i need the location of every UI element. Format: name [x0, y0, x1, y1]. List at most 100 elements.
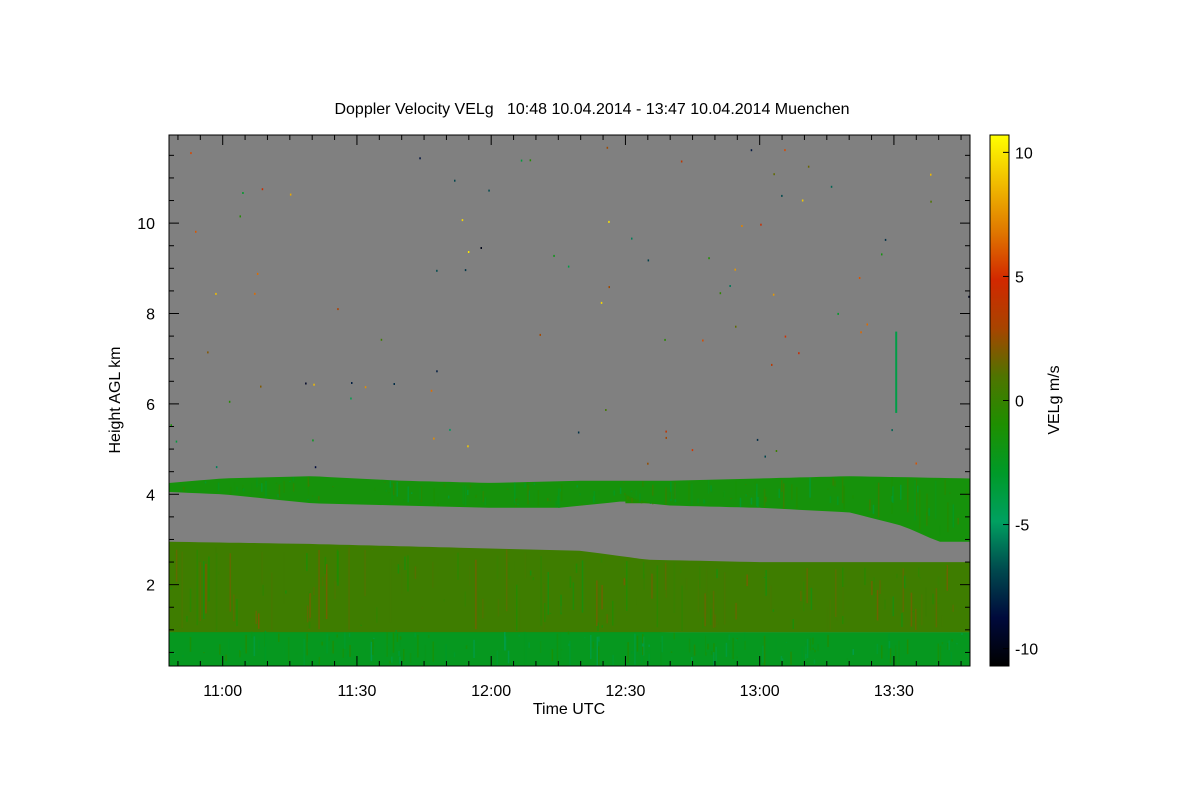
echo-texture-streak — [467, 489, 469, 496]
echo-texture-streak — [519, 599, 521, 632]
echo-texture-streak — [939, 525, 941, 536]
echo-texture-streak — [311, 495, 314, 497]
echo-texture-streak — [836, 618, 838, 621]
echo-texture-streak — [465, 645, 468, 649]
echo-texture-streak — [648, 644, 650, 647]
echo-texture-streak — [396, 633, 399, 642]
echo-texture-streak — [852, 495, 854, 499]
echo-texture-streak — [205, 563, 207, 614]
echo-texture-streak — [292, 483, 295, 492]
echo-texture-streak — [937, 643, 939, 662]
echo-texture-streak — [391, 484, 393, 503]
echo-texture-streak — [728, 634, 730, 641]
noise-speckle — [215, 292, 217, 295]
y-tick-label: 10 — [137, 216, 155, 233]
echo-texture-streak — [919, 577, 921, 579]
echo-texture-streak — [196, 549, 198, 626]
echo-texture-streak — [443, 484, 446, 488]
echo-texture-streak — [661, 635, 663, 653]
noise-speckle — [350, 397, 352, 400]
echo-texture-streak — [306, 605, 309, 623]
colorbar-tick-label: 0 — [1015, 394, 1024, 411]
x-tick-label: 11:30 — [338, 683, 377, 700]
echo-texture-streak — [457, 552, 459, 580]
echo-texture-streak — [957, 517, 959, 525]
echo-texture-streak — [447, 495, 450, 499]
noise-speckle — [830, 185, 833, 188]
echo-texture-streak — [710, 594, 713, 603]
echo-texture-streak — [321, 576, 324, 586]
echo-texture-streak — [678, 484, 681, 486]
echo-texture-streak — [391, 656, 393, 663]
noise-speckle — [567, 265, 570, 268]
noise-speckle — [891, 429, 893, 432]
echo-texture-streak — [315, 608, 318, 626]
echo-texture-streak — [901, 613, 903, 627]
echo-texture-streak — [812, 647, 814, 650]
y-tick-label: 2 — [146, 578, 155, 595]
noise-speckle — [314, 466, 317, 469]
echo-texture-streak — [372, 639, 374, 655]
noise-speckle — [741, 225, 743, 227]
echo-texture-streak — [869, 499, 871, 511]
echo-texture-streak — [295, 652, 298, 655]
echo-texture-streak — [569, 576, 572, 588]
echo-texture-streak — [757, 497, 759, 507]
echo-texture-streak — [524, 552, 527, 579]
echo-texture-streak — [801, 646, 803, 662]
echo-texture-streak — [233, 594, 235, 622]
echo-texture-streak — [932, 593, 934, 605]
echo-texture-streak — [182, 487, 185, 489]
echo-texture-streak — [912, 611, 914, 613]
x-tick-label: 13:00 — [740, 683, 780, 700]
echo-texture-streak — [598, 490, 600, 495]
echo-texture-streak — [665, 580, 667, 598]
echo-texture-streak — [518, 634, 520, 637]
echo-texture-streak — [539, 641, 542, 653]
echo-texture-streak — [895, 650, 897, 665]
echo-texture-streak — [477, 591, 480, 617]
echo-texture-streak — [462, 485, 464, 505]
echo-texture-streak — [307, 641, 309, 650]
echo-texture-streak — [763, 488, 766, 508]
echo-texture-streak — [389, 660, 391, 664]
noise-speckle — [665, 436, 667, 439]
noise-speckle — [930, 173, 932, 176]
echo-texture-streak — [612, 654, 614, 666]
echo-texture-streak — [403, 649, 405, 662]
noise-speckle — [608, 286, 610, 289]
echo-texture-streak — [628, 497, 631, 501]
echo-texture-streak — [705, 568, 708, 615]
echo-texture-streak — [626, 561, 628, 611]
echo-texture-streak — [242, 488, 245, 492]
echo-texture-streak — [949, 492, 951, 494]
echo-texture-streak — [261, 551, 263, 584]
echo-texture-streak — [722, 492, 725, 497]
echo-texture-streak — [707, 480, 710, 494]
echo-texture-streak — [775, 636, 777, 654]
echo-texture-streak — [596, 580, 598, 626]
echo-texture-streak — [665, 487, 667, 505]
echo-texture-streak — [414, 566, 417, 579]
echo-texture-streak — [652, 484, 654, 496]
echo-texture-streak — [829, 496, 832, 503]
echo-texture-streak — [389, 480, 392, 488]
echo-texture-streak — [178, 624, 181, 627]
noise-speckle — [968, 295, 970, 298]
echo-texture-streak — [846, 658, 849, 660]
echo-texture-streak — [872, 504, 875, 514]
echo-texture-streak — [947, 502, 949, 533]
echo-texture-streak — [537, 490, 540, 506]
echo-texture-streak — [910, 592, 913, 627]
echo-texture-streak — [464, 485, 467, 506]
echo-texture-streak — [716, 568, 718, 579]
echo-texture-streak — [292, 477, 295, 482]
echo-texture-streak — [482, 491, 484, 502]
echo-texture-streak — [763, 635, 766, 666]
echo-texture-streak — [623, 482, 625, 483]
echo-texture-streak — [624, 492, 626, 496]
echo-texture-streak — [640, 500, 643, 504]
echo-texture-streak — [278, 633, 280, 642]
noise-speckle — [433, 437, 435, 440]
echo-texture-streak — [649, 502, 652, 504]
